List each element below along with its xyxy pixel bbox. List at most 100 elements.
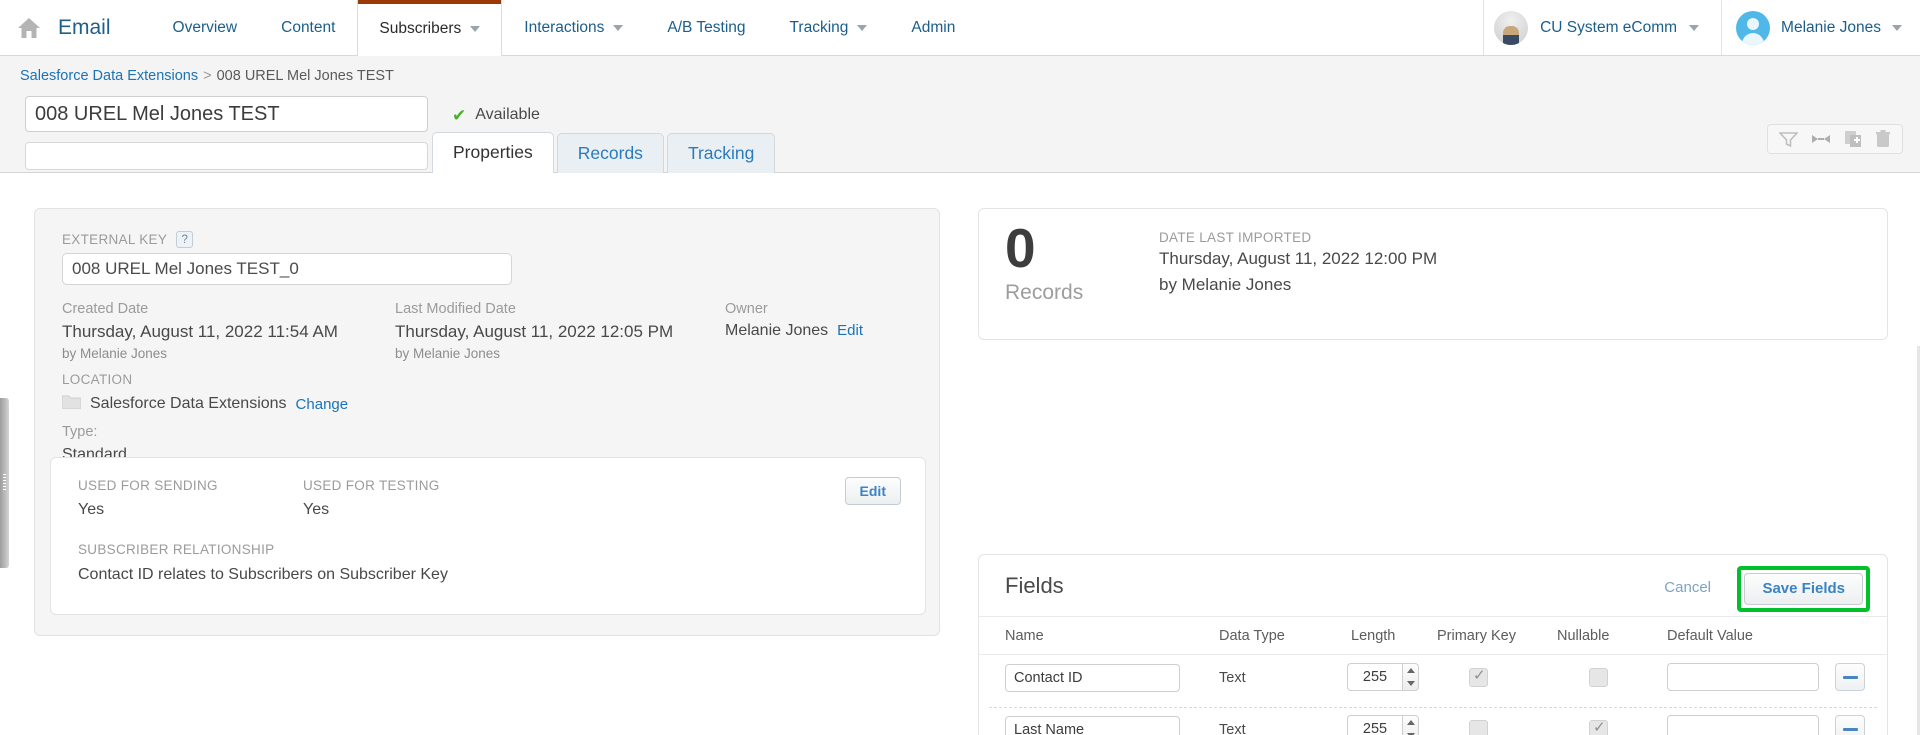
help-icon[interactable]: ? — [176, 231, 194, 248]
home-icon — [16, 16, 42, 40]
used-for-sending-label: USED FOR SENDING — [78, 478, 218, 493]
account-switcher[interactable]: CU System eComm — [1483, 0, 1721, 55]
fields-card: Fields Cancel Save Fields Name Data Type… — [978, 554, 1888, 735]
nav-label: Admin — [911, 18, 956, 36]
duplicate-icon[interactable] — [1844, 130, 1863, 148]
chevron-down-icon — [613, 24, 624, 31]
last-modified-by-value: by Melanie Jones — [395, 346, 501, 361]
field-length-input[interactable] — [1347, 663, 1402, 691]
primary-nav: Overview Content Subscribers Interaction… — [151, 0, 978, 57]
chevron-down-icon — [1892, 24, 1902, 31]
chevron-down-icon — [857, 24, 868, 31]
edit-usage-button[interactable]: Edit — [844, 477, 901, 505]
records-summary-card: 0 Records DATE LAST IMPORTED Thursday, A… — [978, 208, 1888, 340]
field-default-value-input[interactable] — [1667, 715, 1819, 735]
nav-item-tracking[interactable]: Tracking — [768, 0, 890, 55]
page-subheader: Salesforce Data Extensions >008 UREL Mel … — [0, 56, 1920, 218]
save-fields-highlight: Save Fields — [1737, 566, 1870, 612]
owner-value: Melanie Jones — [725, 322, 829, 339]
owner-label: Owner — [725, 301, 768, 317]
page-content: EXTERNAL KEY ? Created Date Thursday, Au… — [0, 173, 1920, 735]
type-label: Type: — [62, 424, 98, 440]
nav-item-overview[interactable]: Overview — [151, 0, 260, 55]
field-nullable-checkbox — [1589, 718, 1608, 735]
breadcrumb-root-link[interactable]: Salesforce Data Extensions — [20, 68, 198, 84]
fields-header: Fields Cancel Save Fields — [979, 555, 1887, 617]
used-for-testing-label: USED FOR TESTING — [303, 478, 440, 493]
fields-column-headers: Name Data Type Length Primary Key Nullab… — [979, 617, 1887, 655]
folder-icon — [61, 394, 82, 414]
external-key-input[interactable] — [62, 253, 512, 285]
used-for-testing-value: Yes — [303, 501, 330, 518]
tab-properties[interactable]: Properties — [432, 132, 554, 173]
panel-resize-handle[interactable] — [0, 398, 9, 568]
cancel-fields-link[interactable]: Cancel — [1664, 579, 1711, 596]
nav-label: Subscribers — [379, 19, 462, 37]
nav-label: A/B Testing — [667, 18, 746, 36]
nav-item-interactions[interactable]: Interactions — [502, 0, 645, 55]
field-default-value-input[interactable] — [1667, 663, 1819, 691]
record-count-label: Records — [1005, 281, 1084, 304]
data-extension-name-input[interactable] — [25, 96, 428, 132]
user-menu[interactable]: Melanie Jones — [1721, 0, 1920, 55]
fields-title: Fields — [1005, 573, 1064, 598]
tab-records[interactable]: Records — [556, 133, 664, 173]
field-length-input[interactable] — [1347, 715, 1402, 735]
remove-field-button[interactable] — [1835, 663, 1865, 691]
location-group: LOCATION Salesforce Data Extensions Chan… — [61, 372, 349, 414]
check-icon: ✔ — [452, 105, 467, 125]
save-fields-button[interactable]: Save Fields — [1744, 573, 1863, 605]
location-label: LOCATION — [62, 372, 133, 387]
nav-right-group: CU System eComm Melanie Jones — [1483, 0, 1920, 55]
user-label: Melanie Jones — [1781, 18, 1881, 36]
created-date-value: Thursday, August 11, 2022 11:54 AM — [62, 322, 338, 341]
nav-label: Content — [281, 18, 336, 36]
avatar — [1736, 10, 1771, 45]
column-header-length: Length — [1351, 628, 1396, 644]
remove-field-button[interactable] — [1835, 715, 1865, 735]
subscriber-relationship-group: SUBSCRIBER RELATIONSHIP Contact ID relat… — [78, 542, 448, 584]
status-label: Available — [475, 106, 540, 123]
external-key-label-group: EXTERNAL KEY ? — [62, 231, 194, 248]
tab-label: Tracking — [687, 143, 755, 163]
tab-tracking[interactable]: Tracking — [666, 133, 776, 173]
nav-item-content[interactable]: Content — [259, 0, 357, 55]
nav-item-ab-testing[interactable]: A/B Testing — [645, 0, 767, 55]
created-date-group: Created Date Thursday, August 11, 2022 1… — [62, 301, 338, 361]
toolbar-icons — [1767, 124, 1903, 154]
data-extension-description-input[interactable] — [25, 142, 428, 170]
owner-edit-link[interactable]: Edit — [837, 322, 863, 339]
trash-icon[interactable] — [1875, 130, 1891, 148]
field-primary-key-checkbox — [1469, 666, 1488, 687]
breadcrumb: Salesforce Data Extensions >008 UREL Mel … — [20, 68, 394, 84]
location-change-link[interactable]: Change — [296, 396, 349, 413]
home-button[interactable] — [0, 0, 58, 55]
nav-label: Tracking — [789, 18, 849, 36]
usage-card: USED FOR SENDING Yes USED FOR TESTING Ye… — [50, 457, 926, 615]
properties-card: EXTERNAL KEY ? Created Date Thursday, Au… — [34, 208, 940, 636]
field-nullable-checkbox — [1589, 668, 1608, 687]
nav-item-admin[interactable]: Admin — [889, 0, 977, 55]
detail-tabs: Properties Records Tracking — [432, 132, 776, 173]
field-data-type-value: Text — [1219, 722, 1246, 735]
date-last-imported-by: by Melanie Jones — [1159, 275, 1292, 294]
used-for-sending-group: USED FOR SENDING Yes — [78, 478, 218, 519]
field-length-stepper[interactable] — [1402, 663, 1419, 691]
column-header-data-type: Data Type — [1219, 628, 1285, 644]
filter-icon[interactable] — [1779, 131, 1798, 147]
field-length-stepper[interactable] — [1402, 715, 1419, 735]
subscriber-relationship-value: Contact ID relates to Subscribers on Sub… — [78, 566, 448, 583]
field-name-input[interactable] — [1005, 716, 1180, 735]
nav-item-subscribers[interactable]: Subscribers — [357, 0, 503, 57]
brand-label: Email — [58, 15, 111, 39]
used-for-sending-value: Yes — [78, 501, 105, 518]
date-last-imported-value: Thursday, August 11, 2022 12:00 PM — [1159, 249, 1438, 268]
resize-columns-icon[interactable] — [1810, 131, 1832, 147]
tab-label: Records — [577, 143, 643, 163]
field-name-input[interactable] — [1005, 664, 1180, 692]
column-header-primary-key: Primary Key — [1437, 628, 1516, 644]
location-value: Salesforce Data Extensions — [90, 395, 287, 412]
chevron-down-icon — [470, 25, 481, 32]
app-root: Email Overview Content Subscribers Inter… — [0, 0, 1920, 735]
table-row: Text — [979, 655, 1887, 707]
